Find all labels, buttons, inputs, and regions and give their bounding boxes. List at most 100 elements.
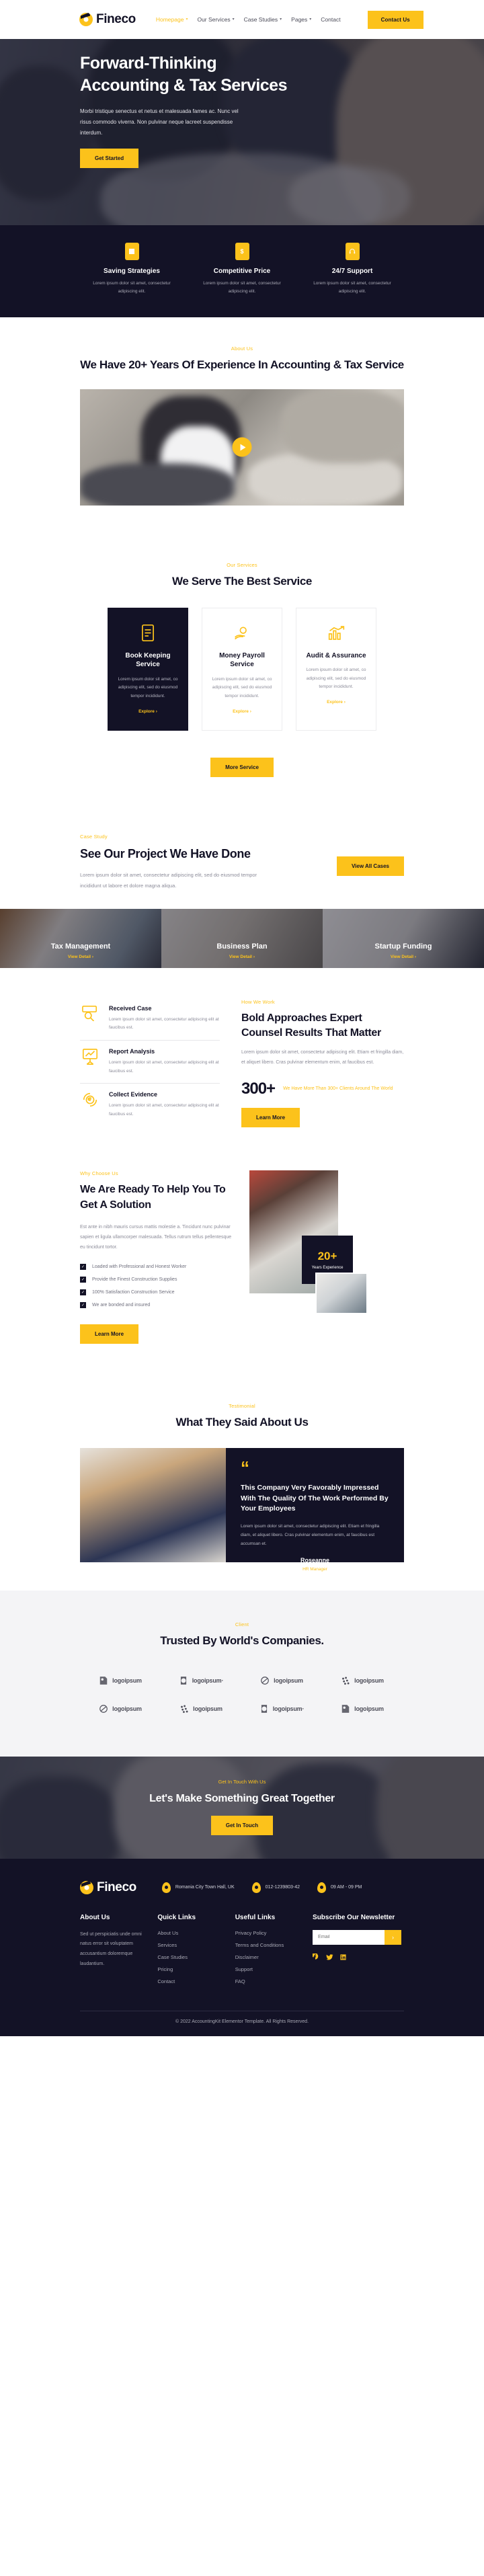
nav-item-label: Contact [321,16,341,23]
twitter-icon[interactable] [326,1954,333,1961]
nav-item-homepage[interactable]: Homepage ▾ [156,16,188,23]
get-in-touch-button[interactable]: Get In Touch [210,1815,274,1835]
footer-link[interactable]: Pricing [157,1966,235,1972]
footer-about-text: Sed ut perspiciatis unde omni natus erro… [80,1931,142,1966]
work-step: Received Case Lorem ipsum dolor sit amet… [80,998,220,1040]
learn-more-button-work[interactable]: Learn More [241,1108,300,1128]
service-card-book-keeping[interactable]: Book Keeping Service Lorem ipsum dolor s… [108,607,188,731]
work-step-text: Lorem ipsum dolor sit amet, consectetur … [109,1103,219,1117]
about-section: About Us We Have 20+ Years Of Experience… [0,317,484,534]
nav-item-contact[interactable]: Contact [321,16,340,23]
chevron-down-icon: ▾ [309,17,312,22]
get-started-button[interactable]: Get Started [80,148,139,168]
case-card-business-plan[interactable]: Business Plan View Detail › [161,908,323,968]
service-text: Lorem ipsum dolor sit amet, co adipiscin… [306,668,366,690]
footer-link[interactable]: Case Studies [157,1954,235,1960]
checklist-item: ✓ Provide the Finest Construction Suppli… [80,1276,177,1283]
brand-name: Fineco [96,12,136,26]
case-study-eyebrow: Case Study [80,833,108,840]
how-we-work-title: Bold Approaches Expert Counsel Results T… [241,1012,381,1039]
case-study-section: Case Study See Our Project We Have Done … [0,805,484,968]
brand-logo[interactable]: Fineco [79,12,136,27]
footer-useful-links-heading: Useful Links [235,1913,276,1921]
features-strip: Saving Strategies Lorem ipsum dolor sit … [0,225,484,318]
footer-contact-hours: 09 AM - 09 PM [317,1882,362,1893]
how-we-work-paragraph: Lorem ipsum dolor sit amet, consectetur … [241,1049,404,1065]
view-all-cases-button[interactable]: View All Cases [336,856,404,876]
feature-text: Lorem ipsum dolor sit amet, consectetur … [313,281,391,294]
newsletter-email-input[interactable] [313,1929,385,1945]
ledger-icon [118,622,178,644]
dollar-icon: $ [235,243,249,260]
footer-link[interactable]: Privacy Policy [235,1930,313,1936]
fineco-logo-icon [80,1880,93,1894]
testimonial-author: Roseanne [300,1557,329,1564]
more-service-button[interactable]: More Service [210,757,274,777]
experience-label: Years Experience [311,1266,344,1271]
footer-link[interactable]: Support [235,1966,313,1972]
clients-eyebrow: Client [235,1621,249,1627]
service-explore-link[interactable]: Explore › [212,709,272,714]
footer-quick-links-heading: Quick Links [157,1913,196,1921]
learn-more-button-why[interactable]: Learn More [80,1324,139,1344]
case-card-startup-funding[interactable]: Startup Funding View Detail › [323,908,484,968]
facebook-icon[interactable] [313,1953,320,1961]
footer-contact-phone[interactable]: 012-1239803-42 [251,1882,300,1893]
logo-square-dot-icon [341,1704,350,1713]
about-eyebrow: About Us [231,346,253,352]
footer-link[interactable]: Contact [157,1978,235,1984]
service-card-audit-assurance[interactable]: Audit & Assurance Lorem ipsum dolor sit … [296,607,376,731]
footer-link[interactable]: About Us [157,1930,235,1936]
service-explore-link[interactable]: Explore › [306,700,366,705]
footer-column-quick-links: Quick Links About Us Services Case Studi… [157,1914,235,1990]
case-card-link[interactable]: View Detail › [323,955,484,959]
logo-half-circle-icon [180,1676,186,1685]
feature-text: Lorem ipsum dolor sit amet, consectetur … [203,281,281,294]
newsletter-submit-button[interactable]: › [385,1929,402,1945]
service-explore-link[interactable]: Explore › [118,709,178,714]
linkedin-icon[interactable] [339,1954,347,1961]
service-name: Audit & Assurance [306,651,366,659]
nav-item-case-studies[interactable]: Case Studies ▾ [244,16,282,23]
case-card-link[interactable]: View Detail › [161,955,323,959]
clients-section: Client Trusted By World's Companies. log… [0,1590,484,1757]
hand-money-icon [212,622,272,644]
footer-link[interactable]: Terms and Conditions [235,1942,313,1948]
service-card-money-payroll[interactable]: Money Payroll Service Lorem ipsum dolor … [202,607,282,731]
play-button-icon[interactable] [232,437,252,457]
footer-link[interactable]: FAQ [235,1978,313,1984]
nav-item-label: Homepage [155,16,184,23]
about-title: We Have 20+ Years Of Experience In Accou… [80,358,404,372]
work-step-name: Report Analysis [109,1048,155,1055]
headset-icon [345,243,360,260]
nav-item-label: Pages [291,16,308,23]
footer-link[interactable]: Disclaimer [235,1954,313,1960]
hero-paragraph: Morbi tristique senectus et netus et mal… [80,108,239,136]
footer-link[interactable]: Services [157,1942,235,1948]
feature-item: 24/7 Support Lorem ipsum dolor sit amet,… [297,243,407,296]
why-choose-us-section: Why Choose Us We Are Ready To Help You T… [0,1148,484,1375]
check-icon: ✓ [80,1301,86,1308]
footer-brand-logo[interactable]: Fineco [80,1880,136,1895]
footer-column-about: About Us Sed ut perspiciatis unde omni n… [80,1914,157,1990]
case-card-link[interactable]: View Detail › [0,955,161,959]
nav-item-our-services[interactable]: Our Services ▾ [197,16,234,23]
case-card-tax-management[interactable]: Tax Management View Detail › [0,908,161,968]
location-pin-icon [161,1882,171,1893]
work-steps: Received Case Lorem ipsum dolor sit amet… [80,998,220,1128]
clients-stat-caption: We Have More Than 300+ Clients Around Th… [283,1086,393,1092]
nav-item-pages[interactable]: Pages ▾ [291,16,311,23]
how-we-work-eyebrow: How We Work [241,998,275,1005]
client-logo: logoipsum [322,1695,403,1723]
phone-icon [251,1882,261,1893]
why-choose-eyebrow: Why Choose Us [80,1170,118,1177]
quote-mark-icon: “ [241,1457,249,1478]
landing-page: Fineco Homepage ▾ Our Services ▾ Case St… [0,0,484,2036]
logo-half-circle-icon [261,1704,267,1713]
contact-us-button[interactable]: Contact Us [367,10,424,29]
services-section: Our Services We Serve The Best Service B… [0,534,484,805]
why-choose-secondary-image [315,1273,368,1315]
about-video[interactable] [80,389,404,506]
checklist-item: ✓ We are bonded and insured [80,1301,151,1308]
client-logo: logoipsum [322,1666,403,1695]
